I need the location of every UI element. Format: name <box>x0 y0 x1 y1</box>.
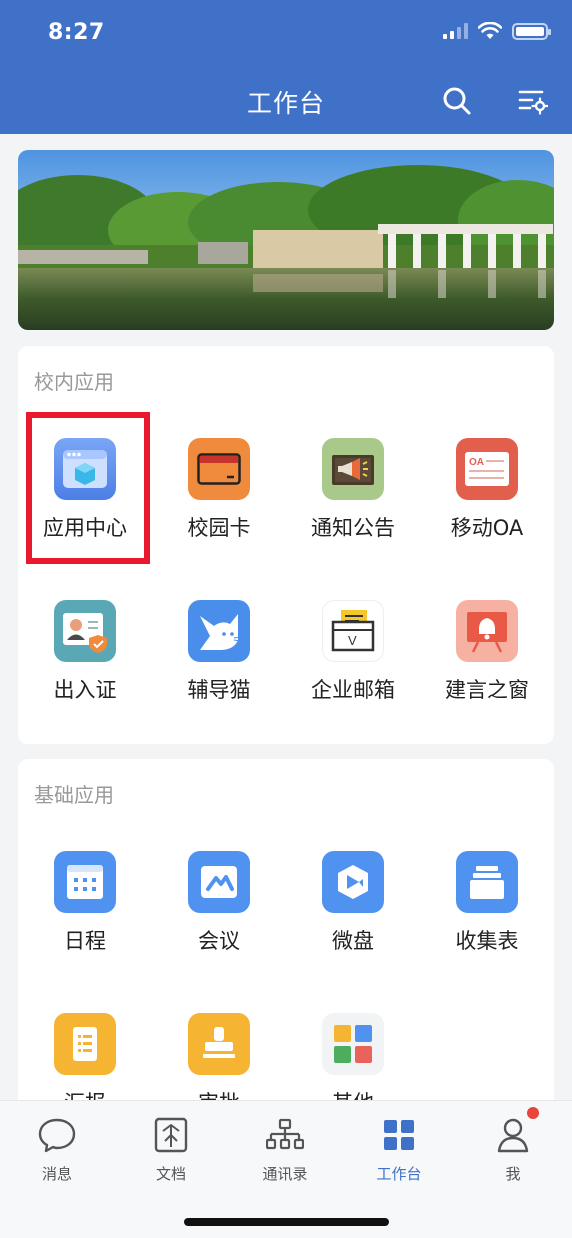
tab-contacts[interactable]: 通讯录 <box>228 1115 342 1184</box>
tab-label: 工作台 <box>376 1165 422 1183</box>
home-indicator <box>184 1218 389 1226</box>
notification-badge <box>527 1107 539 1119</box>
tab-documents[interactable]: 文档 <box>114 1115 228 1184</box>
announcement-icon <box>322 438 384 500</box>
meeting-icon <box>188 851 250 913</box>
app-tile-mobile-oa[interactable]: OA 移动OA <box>420 424 554 576</box>
access-pass-icon <box>54 600 116 662</box>
app-tile-calendar[interactable]: 日程 <box>18 837 152 989</box>
battery-icon <box>512 22 551 40</box>
status-time: 8:27 <box>48 20 105 45</box>
list-settings-icon <box>518 90 548 115</box>
svg-text:OA: OA <box>469 457 484 468</box>
svg-text:V: V <box>348 633 357 648</box>
search-icon <box>443 87 471 115</box>
app-label: 校园卡 <box>187 516 251 540</box>
app-label: 日程 <box>64 929 106 953</box>
chat-bubble-icon <box>37 1115 77 1155</box>
app-tile-announcement[interactable]: 通知公告 <box>286 424 420 576</box>
cloud-disk-icon <box>322 851 384 913</box>
app-label: 通知公告 <box>311 516 395 540</box>
campus-card-icon <box>188 438 250 500</box>
app-tile-tutor-cat[interactable]: 辅导猫 <box>152 586 286 738</box>
app-label: 辅导猫 <box>187 678 251 702</box>
mailbox-icon: V <box>322 600 384 662</box>
others-grid-icon <box>322 1013 384 1075</box>
tab-label: 我 <box>505 1165 521 1183</box>
app-label: 出入证 <box>53 678 117 702</box>
suggestion-icon <box>456 600 518 662</box>
form-collect-icon <box>456 851 518 913</box>
app-label: 企业邮箱 <box>311 678 395 702</box>
app-tile-access-pass[interactable]: 出入证 <box>18 586 152 738</box>
app-label: 微盘 <box>332 929 374 953</box>
search-button[interactable] <box>440 84 474 118</box>
document-icon <box>151 1115 191 1155</box>
app-tile-form-collect[interactable]: 收集表 <box>420 837 554 989</box>
tab-label: 文档 <box>155 1165 186 1183</box>
top-header: 8:27 工作台 <box>0 0 572 134</box>
workbench-grid-icon <box>379 1115 419 1155</box>
basic-apps-card: 基础应用 日程 会议 微盘 收集表 <box>18 759 554 1159</box>
report-icon <box>54 1013 116 1075</box>
app-label: 移动OA <box>450 516 524 540</box>
tab-workbench[interactable]: 工作台 <box>342 1115 456 1184</box>
app-tile-suggestion[interactable]: 建言之窗 <box>420 586 554 738</box>
app-tile-campus-card[interactable]: 校园卡 <box>152 424 286 576</box>
page-title: 工作台 <box>246 89 325 118</box>
tab-label: 通讯录 <box>262 1165 308 1183</box>
org-chart-icon <box>265 1115 305 1155</box>
highlight-box <box>26 412 150 564</box>
approval-icon <box>188 1013 250 1075</box>
mobile-oa-icon: OA <box>456 438 518 500</box>
app-label: 会议 <box>198 929 240 953</box>
app-tile-cloud-disk[interactable]: 微盘 <box>286 837 420 989</box>
cellular-signal-icon <box>443 23 468 39</box>
app-tile-meeting[interactable]: 会议 <box>152 837 286 989</box>
tutor-cat-icon <box>188 600 250 662</box>
tab-messages[interactable]: 消息 <box>0 1115 114 1184</box>
tab-label: 消息 <box>41 1165 72 1183</box>
app-label: 收集表 <box>455 929 519 953</box>
settings-button[interactable] <box>516 84 550 118</box>
person-icon <box>493 1107 539 1155</box>
status-icons <box>443 22 551 40</box>
app-label: 建言之窗 <box>445 678 529 702</box>
calendar-icon <box>54 851 116 913</box>
tab-me[interactable]: 我 <box>456 1107 570 1184</box>
wifi-icon <box>478 22 502 39</box>
app-tile-mailbox[interactable]: V 企业邮箱 <box>286 586 420 738</box>
campus-banner[interactable] <box>18 150 554 330</box>
